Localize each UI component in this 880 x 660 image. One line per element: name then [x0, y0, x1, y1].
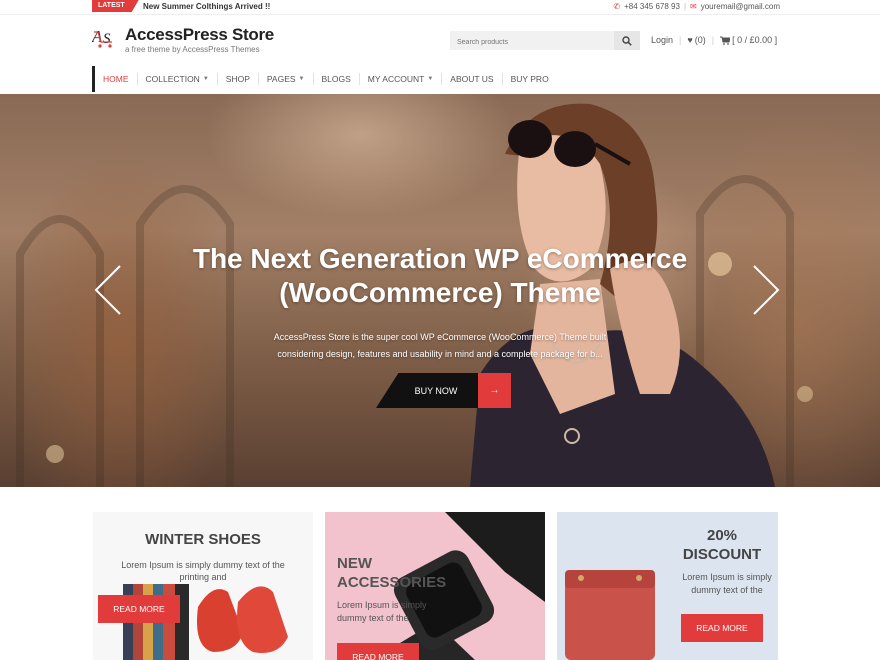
search-box: [450, 31, 640, 52]
slider-next-arrow-icon[interactable]: [750, 264, 782, 316]
cart-link[interactable]: [ 0 / £0.00 ]: [720, 35, 777, 45]
hero-title: The Next Generation WP eCommerce (WooCom…: [0, 242, 880, 310]
phone-number: +84 345 678 93: [624, 2, 680, 11]
promo-title-line: NEW: [337, 555, 372, 572]
caret-down-icon: ▼: [427, 76, 434, 82]
phone-icon: ✆: [613, 2, 621, 11]
nav-label: HOME: [103, 74, 129, 84]
promo-text: Lorem Ipsum is simply dummy text of the …: [121, 560, 285, 582]
hero-text-line: AccessPress Store is the super cool WP e…: [273, 332, 607, 342]
cart-icon: [720, 36, 731, 45]
latest-badge: LATEST: [92, 0, 139, 12]
nav-item-shop[interactable]: SHOP: [218, 73, 259, 85]
hero-text-line: considering design, features and usabili…: [277, 349, 603, 359]
header-links: Login | ♥ (0) | [ 0 / £0.00 ]: [651, 35, 777, 45]
nav-item-buy-pro[interactable]: BUY PRO: [503, 73, 557, 85]
hero-text: AccessPress Store is the super cool WP e…: [245, 329, 635, 363]
site-title[interactable]: AccessPress Store: [125, 25, 274, 45]
nav-item-my-account[interactable]: MY ACCOUNT ▼: [360, 73, 443, 85]
search-input[interactable]: [450, 33, 615, 52]
promo-text: Lorem Ipsum is simply dummy text of the: [682, 572, 772, 595]
promo-title: WINTER SHOES: [145, 531, 261, 548]
divider: |: [711, 35, 715, 45]
promo-title-line: ACCESSORIES: [337, 574, 447, 591]
hero-title-line: The Next Generation WP eCommerce: [192, 243, 688, 274]
email-address[interactable]: youremail@gmail.com: [701, 1, 780, 12]
slider-prev-arrow-icon[interactable]: [92, 264, 124, 316]
promo-title-line: 20%: [706, 527, 738, 544]
news-ticker[interactable]: New Summer Colthings Arrived !!: [143, 1, 270, 12]
divider: |: [683, 2, 687, 11]
promo-card-discount[interactable]: 20% DISCOUNT Lorem Ipsum is simply dummy…: [557, 512, 778, 660]
login-link[interactable]: Login: [651, 35, 673, 45]
cart-total: [ 0 / £0.00 ]: [732, 35, 778, 45]
search-button[interactable]: [614, 31, 640, 50]
nav-label: COLLECTION: [145, 74, 200, 84]
caret-down-icon: ▼: [202, 76, 209, 82]
promo-title-line: DISCOUNT: [682, 546, 762, 563]
read-more-button[interactable]: READ MORE: [337, 643, 419, 660]
hero-slider: The Next Generation WP eCommerce (WooCom…: [0, 94, 880, 487]
nav-item-pages[interactable]: PAGES ▼: [259, 73, 314, 85]
site-logo[interactable]: A S: [92, 26, 118, 48]
promo-title: NEW ACCESSORIES: [337, 554, 467, 592]
wishlist-count: (0): [694, 35, 706, 45]
main-nav: HOME COLLECTION ▼ SHOP PAGES ▼ BLOGS MY AC…: [92, 66, 557, 92]
svg-text:A: A: [92, 27, 103, 46]
promo-card-winter-shoes[interactable]: WINTER SHOES Lorem Ipsum is simply dummy…: [93, 512, 313, 660]
read-more-button[interactable]: READ MORE: [98, 595, 180, 623]
nav-label: SHOP: [225, 74, 250, 84]
nav-label: MY ACCOUNT: [367, 74, 425, 84]
wishlist-link[interactable]: ♥ (0): [687, 35, 705, 45]
read-more-button[interactable]: READ MORE: [681, 614, 763, 642]
nav-item-home[interactable]: HOME: [95, 73, 138, 85]
nav-item-collection[interactable]: COLLECTION ▼: [138, 73, 218, 85]
caret-down-icon: ▼: [298, 76, 305, 82]
envelope-icon: ✉: [690, 2, 697, 11]
promo-card-new-accessories[interactable]: NEW ACCESSORIES Lorem Ipsum is simply du…: [325, 512, 545, 660]
nav-label: BUY PRO: [510, 74, 549, 84]
promo-text: Lorem Ipsum is simply dummy text of the: [337, 600, 427, 623]
nav-item-about-us[interactable]: ABOUT US: [442, 73, 503, 85]
nav-label: PAGES: [266, 74, 296, 84]
contact-info: ✆ +84 345 678 93 | ✉ youremail@gmail.com: [613, 1, 780, 12]
search-icon: [622, 35, 632, 46]
promo-title: 20% DISCOUNT: [667, 526, 777, 564]
arrow-right-icon: →: [489, 385, 500, 396]
nav-item-blogs[interactable]: BLOGS: [314, 73, 360, 85]
top-bar: LATEST New Summer Colthings Arrived !! ✆…: [0, 0, 880, 15]
heart-icon: ♥: [687, 35, 693, 45]
hero-title-line: (WooCommerce) Theme: [279, 277, 601, 308]
nav-label: ABOUT US: [450, 74, 494, 84]
site-description: a free theme by AccessPress Themes: [125, 45, 260, 54]
nav-label: BLOGS: [321, 74, 351, 84]
buy-now-arrow-button[interactable]: →: [478, 373, 511, 408]
divider: |: [679, 35, 682, 45]
